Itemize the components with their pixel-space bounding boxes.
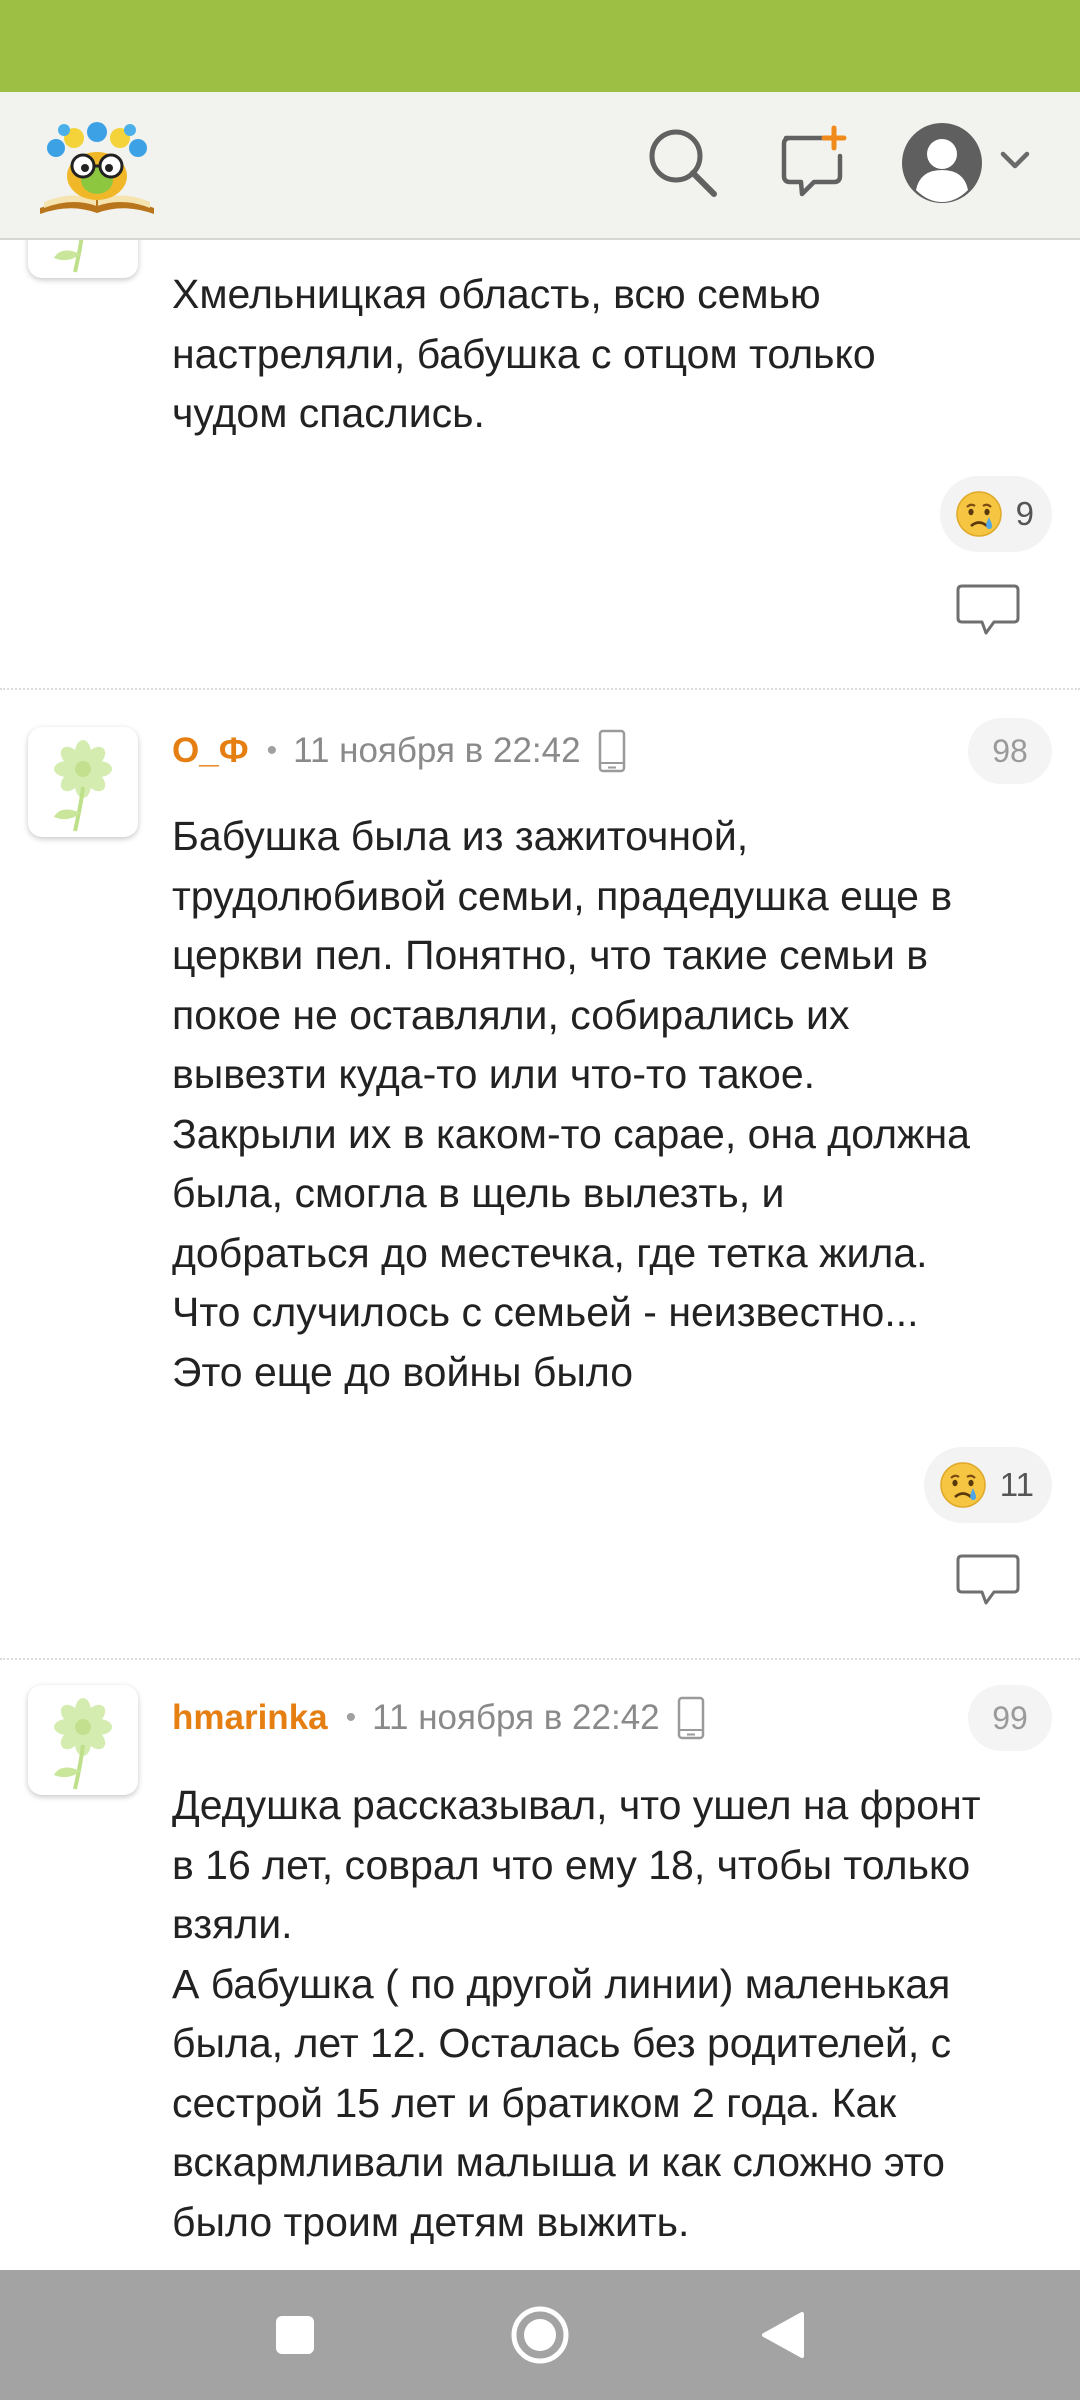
site-logo[interactable] (34, 108, 160, 222)
reply-icon[interactable] (956, 1552, 1020, 1608)
crying-face-icon (938, 1460, 988, 1510)
separator-dot: • (345, 1701, 357, 1734)
back-triangle-icon (762, 2312, 804, 2358)
reaction-count: 11 (999, 1466, 1034, 1503)
comment-meta: О_Ф • 11 ноября в 22:42 (172, 721, 627, 781)
app-header (0, 92, 1080, 240)
username[interactable]: hmarinka (172, 1698, 328, 1738)
reply-icon[interactable] (956, 582, 1020, 638)
user-avatar[interactable] (28, 240, 138, 278)
user-avatar[interactable] (28, 1685, 138, 1795)
compose-post-icon[interactable] (774, 122, 854, 202)
back-button[interactable] (750, 2300, 820, 2370)
search-icon[interactable] (642, 122, 722, 202)
comment-meta: hmarinka • 11 ноября в 22:42 (172, 1688, 706, 1748)
user-avatar[interactable] (28, 727, 138, 837)
comment: hmarinka • 11 ноября в 22:42 99 Дедушка … (0, 1660, 1080, 2270)
mobile-device-icon (597, 729, 627, 773)
comment-number[interactable]: 98 (968, 718, 1052, 784)
comments-feed[interactable]: Хмельницкая область, всю семью настрелял… (0, 240, 1080, 2270)
recents-button[interactable] (260, 2300, 330, 2370)
home-button[interactable] (505, 2300, 575, 2370)
separator-dot: • (266, 734, 278, 767)
comment-timestamp: 11 ноября в 22:42 (372, 1698, 660, 1737)
crying-face-icon (954, 489, 1004, 539)
comment-text: Бабушка была из зажиточной, трудолюбивой… (172, 813, 970, 1395)
comment-timestamp: 11 ноября в 22:42 (293, 731, 581, 770)
status-bar (0, 0, 1080, 92)
reaction-button[interactable]: 9 (939, 476, 1052, 552)
recents-square-icon (276, 2316, 314, 2354)
username[interactable]: О_Ф (172, 731, 249, 771)
system-nav-bar (0, 2270, 1080, 2400)
comment: Хмельницкая область, всю семью настрелял… (0, 240, 1080, 690)
reaction-count: 9 (1015, 495, 1034, 532)
comment-number[interactable]: 99 (968, 1685, 1052, 1751)
comment-text: Хмельницкая область, всю семью настрелял… (172, 271, 876, 436)
comment-text: Дедушка рассказывал, что ушел на фронт в… (172, 1782, 981, 2245)
comment: О_Ф • 11 ноября в 22:42 98 Бабушка была … (0, 690, 1080, 1523)
reaction-button[interactable]: 11 (923, 1447, 1052, 1523)
mobile-device-icon (676, 1696, 706, 1740)
user-menu[interactable] (900, 118, 1040, 208)
home-circle-icon (511, 2306, 569, 2364)
